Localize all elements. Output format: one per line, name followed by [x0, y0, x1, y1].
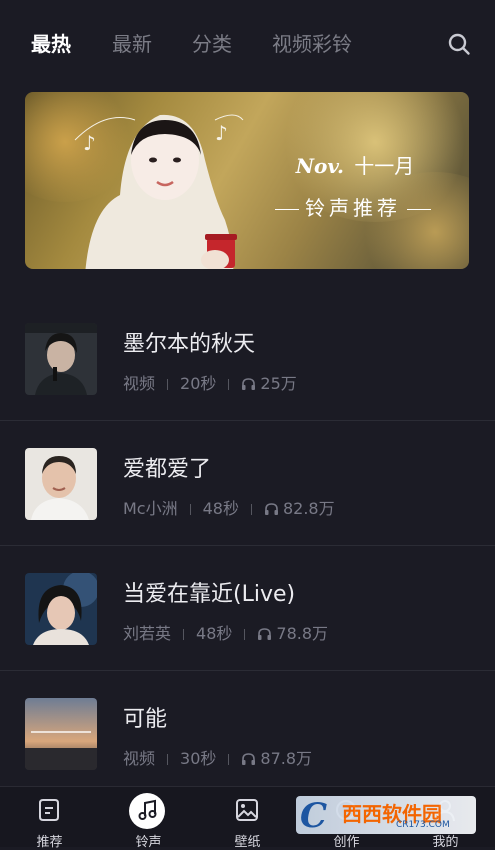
divider — [189, 504, 191, 515]
ringtone-duration: 20秒 — [180, 374, 217, 393]
svg-text:♪: ♪ — [215, 121, 228, 145]
watermark-c-glyph: C — [300, 796, 328, 836]
nav-recommend[interactable]: 推荐 — [0, 787, 99, 850]
search-icon[interactable] — [447, 32, 471, 56]
banner-month: Nov. 十一月 — [275, 150, 435, 179]
ringtone-cover-image — [25, 448, 97, 520]
top-tab-bar: 最热 最新 分类 视频彩铃 — [0, 0, 495, 86]
ringtone-duration: 48秒 — [196, 624, 233, 643]
headphones-icon — [242, 753, 256, 765]
ringtone-item[interactable]: 墨尔本的秋天 视频 20秒 25万 — [0, 296, 495, 421]
divider — [167, 754, 169, 765]
ringtone-title: 爱都爱了 — [123, 457, 212, 482]
divider — [244, 629, 246, 640]
music-note-icon — [138, 799, 157, 820]
divider — [250, 504, 252, 515]
divider — [275, 209, 299, 210]
tab-category[interactable]: 分类 — [192, 28, 232, 57]
headphones-icon — [264, 503, 278, 515]
ringtone-meta: 视频 30秒 87.8万 — [123, 745, 312, 769]
nav-wallpaper[interactable]: 壁纸 — [198, 787, 297, 850]
tab-video-ringback[interactable]: 视频彩铃 — [272, 28, 352, 57]
ringtone-source: Mc小洲 — [123, 499, 178, 518]
promo-banner[interactable]: ♪ ♪ Nov. 十一月 铃声推荐 — [25, 92, 469, 269]
ringtone-plays: 82.8万 — [282, 499, 335, 518]
tab-newest[interactable]: 最新 — [112, 28, 152, 57]
ringtone-cover-image — [25, 573, 97, 645]
ringtone-source: 视频 — [123, 374, 156, 393]
watermark-url: CR173.COM — [396, 820, 450, 830]
svg-text:♪: ♪ — [83, 131, 96, 155]
banner-subtitle-text: 铃声推荐 — [305, 196, 401, 220]
headphones-icon — [258, 628, 272, 640]
nav-wallpaper-label: 壁纸 — [234, 835, 261, 850]
ringtone-source: 视频 — [123, 749, 156, 768]
ringtone-item[interactable]: 爱都爱了 Mc小洲 48秒 82.8万 — [0, 421, 495, 546]
nav-recommend-label: 推荐 — [36, 835, 63, 850]
ringtone-meta: Mc小洲 48秒 82.8万 — [123, 495, 335, 519]
divider — [183, 629, 185, 640]
nav-ringtone[interactable]: 铃声 — [99, 787, 198, 850]
ringtone-plays: 87.8万 — [260, 749, 313, 768]
ringtone-title: 当爱在靠近(Live) — [123, 582, 296, 607]
banner-portrait-image: ♪ ♪ — [74, 114, 244, 269]
ringtone-item[interactable]: 可能 视频 30秒 87.8万 — [0, 671, 495, 795]
ringtone-meta: 刘若英 48秒 78.8万 — [123, 620, 328, 644]
ringtone-duration: 48秒 — [202, 499, 239, 518]
ringtone-list: 墨尔本的秋天 视频 20秒 25万 爱都爱了 Mc小洲 48秒 82.8万 当爱在靠近(… — [0, 296, 495, 795]
ringtone-title: 墨尔本的秋天 — [123, 332, 256, 357]
recommend-icon — [39, 799, 59, 821]
banner-subtitle: 铃声推荐 — [253, 192, 453, 221]
ringtone-item[interactable]: 当爱在靠近(Live) 刘若英 48秒 78.8万 — [0, 546, 495, 671]
divider — [167, 379, 169, 390]
nav-ringtone-label: 铃声 — [135, 835, 162, 850]
divider — [407, 209, 431, 210]
ringtone-cover-image — [25, 698, 97, 770]
ringtone-source: 刘若英 — [123, 624, 172, 643]
ringtone-plays: 78.8万 — [276, 624, 329, 643]
divider — [228, 754, 230, 765]
headphones-icon — [242, 378, 256, 390]
ringtone-plays: 25万 — [260, 374, 297, 393]
watermark-logo: C 西西软件园 CR173.COM — [296, 796, 476, 836]
ringtone-title: 可能 — [123, 707, 168, 732]
ringtone-meta: 视频 20秒 25万 — [123, 370, 297, 394]
banner-month-cn: 十一月 — [354, 154, 415, 178]
divider — [228, 379, 230, 390]
ringtone-cover-image — [25, 323, 97, 395]
wallpaper-icon — [236, 799, 258, 821]
banner-month-latin: Nov. — [295, 154, 344, 178]
ringtone-duration: 30秒 — [180, 749, 217, 768]
tab-hottest[interactable]: 最热 — [31, 28, 71, 57]
